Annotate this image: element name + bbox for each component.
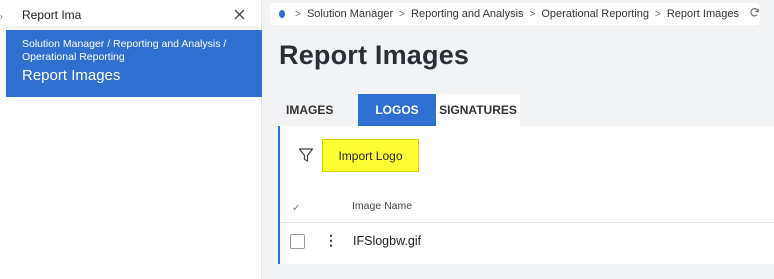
table-row[interactable]: ⋮ IFSlogbw.gif xyxy=(280,223,774,259)
collapse-arrow-icon[interactable]: › xyxy=(0,12,3,21)
navigator-search: Report Ima xyxy=(6,2,262,28)
column-header-image-name[interactable]: Image Name xyxy=(352,200,412,212)
result-path-line1: Solution Manager / Reporting and Analysi… xyxy=(22,38,227,50)
chevron-right-icon: > xyxy=(529,8,536,20)
close-icon[interactable] xyxy=(226,2,252,28)
tab-signatures[interactable]: SIGNATURES xyxy=(436,94,520,126)
filter-icon[interactable] xyxy=(298,147,316,165)
page-background xyxy=(262,264,774,279)
result-title: Report Images xyxy=(22,67,121,84)
import-logo-button[interactable]: Import Logo xyxy=(322,139,419,172)
more-options-icon[interactable]: ⋮ xyxy=(324,233,338,247)
tab-logos[interactable]: LOGOS xyxy=(358,94,436,126)
search-result-item[interactable]: Solution Manager / Reporting and Analysi… xyxy=(6,30,262,97)
navigator-search-input[interactable]: Report Ima xyxy=(6,8,226,22)
select-all-checkmark-icon[interactable]: ✓ xyxy=(292,203,300,214)
breadcrumb-item-reporting-and-analysis[interactable]: Reporting and Analysis xyxy=(411,8,524,20)
result-path-line2: Operational Reporting xyxy=(22,51,125,63)
chevron-right-icon: > xyxy=(295,8,301,20)
tab-images[interactable]: IMAGES xyxy=(278,94,358,126)
breadcrumb-item-operational-reporting[interactable]: Operational Reporting xyxy=(541,8,649,20)
image-name-cell: IFSlogbw.gif xyxy=(353,234,422,248)
navigator-sidebar: › Report Ima Solution Manager / Reportin… xyxy=(0,0,262,279)
chevron-right-icon: > xyxy=(399,8,406,20)
page-title: Report Images xyxy=(279,40,470,70)
refresh-icon[interactable] xyxy=(749,7,760,21)
breadcrumb: > Solution Manager > Reporting and Analy… xyxy=(270,3,760,25)
tab-bar: IMAGES LOGOS SIGNATURES xyxy=(278,94,520,126)
breadcrumb-item-solution-manager[interactable]: Solution Manager xyxy=(307,8,393,20)
row-checkbox[interactable] xyxy=(290,234,305,249)
logos-panel: Import Logo ✓ Image Name ⋮ IFSlogbw.gif xyxy=(278,126,774,264)
chevron-right-icon: > xyxy=(655,8,661,20)
breadcrumb-item-report-images[interactable]: Report Images xyxy=(667,8,739,20)
home-icon[interactable] xyxy=(279,10,286,18)
